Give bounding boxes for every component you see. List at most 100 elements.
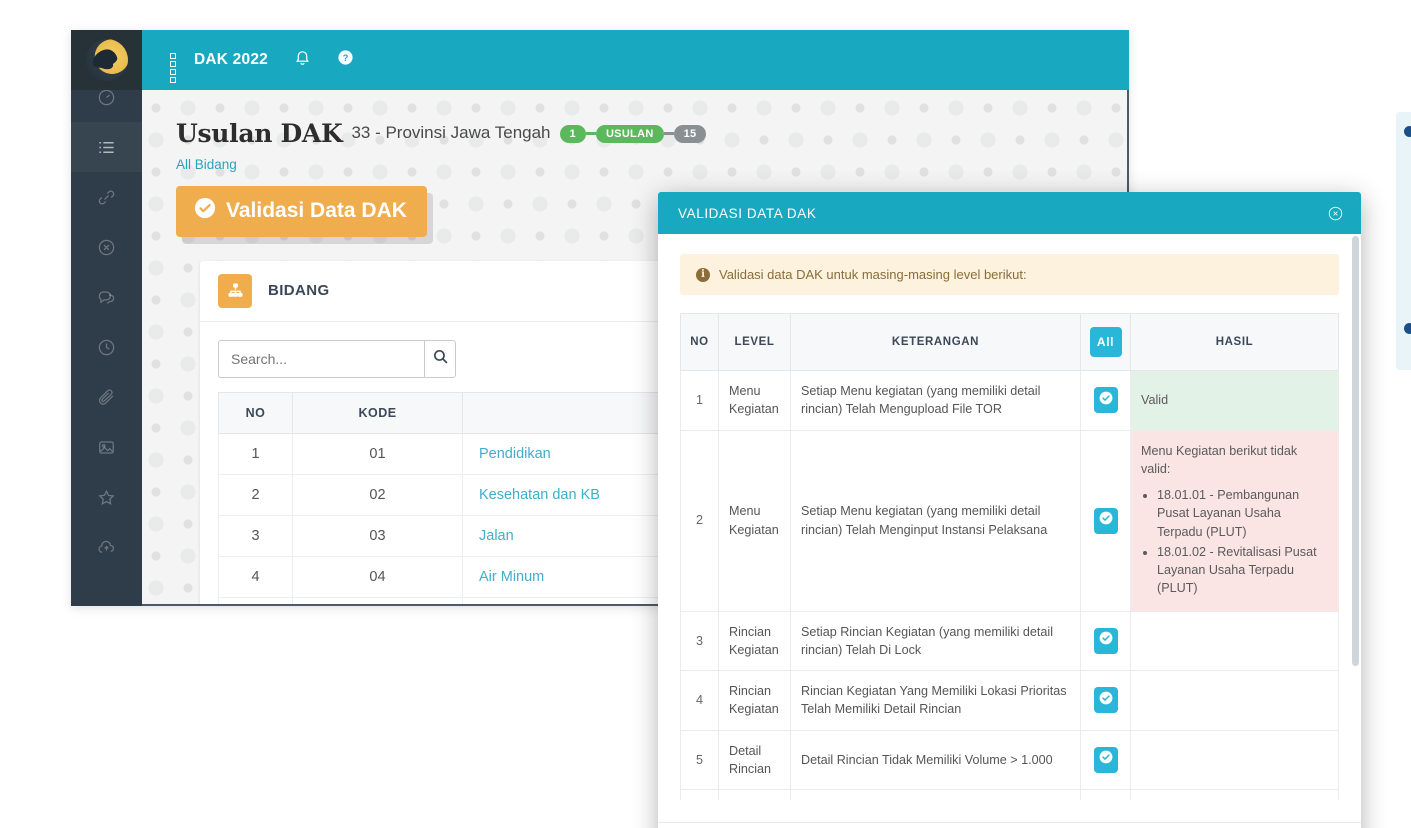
comments-icon xyxy=(97,288,116,307)
validasi-cell-check xyxy=(1080,370,1131,431)
svg-text:?: ? xyxy=(343,53,349,63)
status-badge-usulan: USULAN xyxy=(595,124,664,143)
topbar: DAK 2022 ? xyxy=(142,30,1129,90)
check-circle-icon xyxy=(1099,631,1113,650)
validasi-cell-check xyxy=(1080,429,1131,612)
notification-bell-button[interactable] xyxy=(294,49,311,71)
row-checkbox[interactable] xyxy=(1093,687,1118,714)
cloud-upload-icon xyxy=(97,538,116,557)
breadcrumb[interactable]: All Bidang xyxy=(176,157,1129,172)
validasi-button-label: Validasi Data DAK xyxy=(226,198,407,222)
modal-body: i Validasi data DAK untuk masing-masing … xyxy=(658,234,1361,800)
validasi-data-dak-button[interactable]: Validasi Data DAK xyxy=(176,185,427,237)
check-circle-icon xyxy=(1099,691,1113,710)
validasi-cell-level: Detail Rincian xyxy=(718,789,791,800)
badge-connector-left xyxy=(585,132,596,136)
validasi-cell-hasil: Valid xyxy=(1130,370,1339,431)
sidebar-item-attachment[interactable] xyxy=(71,372,142,422)
sidebar-item-link[interactable] xyxy=(71,172,142,222)
search-icon xyxy=(432,348,449,370)
validasi-cell-level: Detail Rincian xyxy=(718,729,791,790)
grid-icon xyxy=(170,52,185,83)
modal-footer xyxy=(658,822,1361,828)
validasi-col-level: LEVEL xyxy=(718,313,791,371)
sidebar-item-history[interactable] xyxy=(71,322,142,372)
validasi-cell-no: 4 xyxy=(680,670,719,731)
page-title-sub: 33 - Provinsi Jawa Tengah xyxy=(351,123,551,143)
search-button[interactable] xyxy=(424,339,456,378)
validasi-cell-keterangan: Detail Rincian Tidak Memiliki Volume > 1… xyxy=(790,729,1081,790)
status-badge-step: 1 xyxy=(559,124,586,143)
validasi-header-row: NO LEVEL KETERANGAN All HASIL xyxy=(680,313,1339,371)
sidebar-item-list[interactable] xyxy=(71,122,142,172)
page-title: Usulan DAK 33 - Provinsi Jawa Tengah 1 U… xyxy=(176,120,1129,148)
bidang-cell-kode: 03 xyxy=(292,514,463,557)
validasi-table-body: 1 Menu Kegiatan Setiap Menu kegiatan (ya… xyxy=(680,370,1339,800)
validasi-cell-keterangan: Rincian Kegiatan Yang Memiliki Lokasi Pr… xyxy=(790,670,1081,731)
status-badge-group: 1 USULAN 15 xyxy=(559,124,707,143)
validasi-cell-check xyxy=(1080,729,1131,790)
search-group xyxy=(218,339,456,378)
validasi-cell-hasil xyxy=(1130,729,1339,790)
bidang-cell-kode: 02 xyxy=(292,473,463,516)
modal-scrollbar[interactable] xyxy=(1352,236,1359,796)
topbar-brand[interactable]: DAK 2022 xyxy=(170,51,268,83)
table-row: 3 Rincian Kegiatan Setiap Rincian Kegiat… xyxy=(680,610,1339,671)
bidang-col-no: NO xyxy=(218,391,293,434)
modal-header: VALIDASI DATA DAK xyxy=(658,192,1361,234)
help-button[interactable]: ? xyxy=(337,49,354,71)
sidebar-item-gallery[interactable] xyxy=(71,422,142,472)
validasi-cell-hasil xyxy=(1130,670,1339,731)
table-row: 2 Menu Kegiatan Setiap Menu kegiatan (ya… xyxy=(680,429,1339,612)
close-button[interactable] xyxy=(1328,206,1343,221)
hasil-heading: Menu Kegiatan berikut tidak valid: xyxy=(1141,443,1298,476)
check-circle-icon xyxy=(1099,511,1113,530)
hasil-invalid-list: 18.01.01 - Pembangunan Pusat Layanan Usa… xyxy=(1141,486,1328,598)
row-checkbox[interactable] xyxy=(1093,627,1118,654)
sidebar xyxy=(71,30,142,606)
modal-alert-text: Validasi data DAK untuk masing-masing le… xyxy=(719,267,1027,282)
link-icon xyxy=(97,188,116,207)
dashboard-icon xyxy=(97,88,116,107)
bidang-cell-kode: 01 xyxy=(292,432,463,475)
list-item: 18.01.01 - Pembangunan Pusat Layanan Usa… xyxy=(1157,486,1328,541)
validasi-cell-no: 6 xyxy=(680,789,719,800)
row-checkbox[interactable] xyxy=(1093,507,1118,534)
validasi-cell-level: Menu Kegiatan xyxy=(718,429,791,612)
validasi-cell-hasil xyxy=(1130,789,1339,800)
validasi-cell-level: Menu Kegiatan xyxy=(718,370,791,431)
star-icon xyxy=(97,488,116,507)
bidang-cell-no: 3 xyxy=(218,514,293,557)
info-panel-bullet xyxy=(1404,323,1411,334)
bidang-cell-no: 4 xyxy=(218,555,293,598)
row-checkbox[interactable] xyxy=(1093,387,1118,414)
bidang-col-kode: KODE xyxy=(292,391,463,434)
validasi-cell-keterangan: Setiap Rincian Kegiatan (yang memiliki d… xyxy=(790,610,1081,671)
screen: DAK 2022 ? Usulan DAK 33 - Provinsi Jawa… xyxy=(0,0,1411,828)
sidebar-item-favorite[interactable] xyxy=(71,472,142,522)
select-all-button[interactable]: All xyxy=(1089,327,1122,357)
table-row: 6 Detail Rincian Detail Rincian Tidak Me… xyxy=(680,789,1339,800)
logo-icon xyxy=(85,39,128,81)
validasi-cell-check xyxy=(1080,789,1131,800)
table-row: 1 Menu Kegiatan Setiap Menu kegiatan (ya… xyxy=(680,370,1339,431)
sidebar-item-upload[interactable] xyxy=(71,522,142,572)
search-input[interactable] xyxy=(218,339,424,378)
validasi-col-no: NO xyxy=(680,313,719,371)
validasi-cell-keterangan: Detail Rincian Tidak Memiliki Unit Cost … xyxy=(790,789,1081,800)
row-checkbox[interactable] xyxy=(1093,746,1118,773)
validasi-cell-no: 1 xyxy=(680,370,719,431)
validasi-cell-level: Rincian Kegiatan xyxy=(718,670,791,731)
app-logo[interactable] xyxy=(71,30,142,90)
table-row: 5 Detail Rincian Detail Rincian Tidak Me… xyxy=(680,729,1339,790)
image-icon xyxy=(97,438,116,457)
modal-scrollbar-thumb[interactable] xyxy=(1352,236,1359,666)
topbar-title-text: DAK 2022 xyxy=(194,51,268,68)
sitemap-icon xyxy=(218,273,252,308)
bell-icon xyxy=(294,49,311,71)
validasi-data-dak-modal: VALIDASI DATA DAK i Validasi data DAK un… xyxy=(658,192,1361,828)
close-icon xyxy=(1328,206,1343,221)
sidebar-item-comments[interactable] xyxy=(71,272,142,322)
sidebar-item-cancel[interactable] xyxy=(71,222,142,272)
validasi-cell-hasil xyxy=(1130,610,1339,671)
